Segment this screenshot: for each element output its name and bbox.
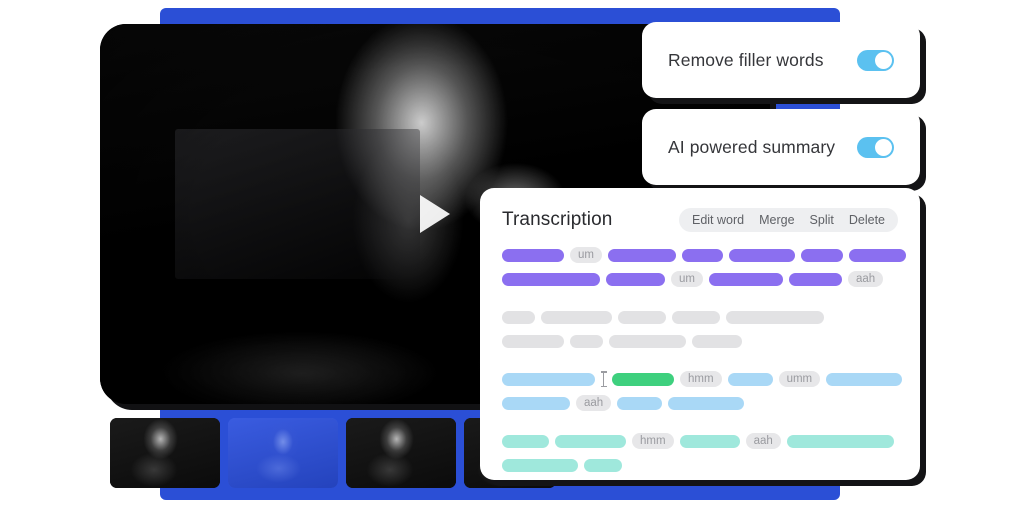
transcription-group-mint[interactable]: hmm aah: [502, 432, 898, 474]
word-bar[interactable]: [672, 310, 720, 324]
filmstrip-thumbnail-2[interactable]: [228, 418, 338, 488]
word-bar[interactable]: [555, 434, 626, 448]
filler-word-pill[interactable]: um: [570, 247, 602, 263]
transcription-line[interactable]: um: [502, 246, 906, 264]
text-cursor-icon: [600, 371, 607, 387]
word-bar[interactable]: [726, 310, 824, 324]
filmstrip-thumbnail-3[interactable]: [346, 418, 456, 488]
edit-word-button[interactable]: Edit word: [692, 213, 744, 227]
word-bar[interactable]: [728, 248, 795, 262]
thumbnail-image: [346, 418, 456, 488]
transcription-group-gray[interactable]: [502, 308, 898, 350]
transcription-header: Transcription Edit word Merge Split Dele…: [480, 188, 920, 232]
filler-word-pill[interactable]: hmm: [632, 433, 674, 449]
filmstrip-thumbnail-1[interactable]: [110, 418, 220, 488]
transcription-line[interactable]: [502, 456, 898, 474]
word-bar[interactable]: [502, 396, 570, 410]
toggle-knob: [875, 138, 892, 156]
transcription-line[interactable]: hmm aah: [502, 432, 898, 450]
thumbnail-image: [110, 418, 220, 488]
word-bar[interactable]: [618, 310, 666, 324]
word-bar[interactable]: [609, 334, 686, 348]
word-bar[interactable]: [502, 458, 578, 472]
toggle-switch-on-icon[interactable]: [857, 136, 894, 158]
word-bar[interactable]: [502, 248, 564, 262]
word-bar[interactable]: [541, 310, 612, 324]
split-button[interactable]: Split: [810, 213, 834, 227]
transcription-group-blue[interactable]: hmm umm aah: [502, 370, 903, 412]
word-bar[interactable]: [668, 396, 745, 410]
word-bar[interactable]: [708, 272, 783, 286]
transcription-line[interactable]: aah: [502, 394, 898, 412]
toggle-switch-on-icon[interactable]: [857, 49, 894, 71]
transcription-group-purple[interactable]: um um aah: [502, 246, 906, 288]
screenshot-stage: Remove filler words AI powered summary T…: [0, 0, 1024, 512]
ai-powered-summary-card[interactable]: AI powered summary: [642, 109, 920, 185]
word-bar[interactable]: [788, 272, 842, 286]
word-bar[interactable]: [606, 272, 665, 286]
remove-filler-words-label: Remove filler words: [668, 49, 824, 70]
word-bar[interactable]: [800, 248, 843, 262]
filler-word-pill[interactable]: aah: [847, 271, 884, 287]
word-bar[interactable]: [502, 334, 564, 348]
transcription-line[interactable]: hmm umm: [502, 370, 903, 388]
transcription-word-list[interactable]: um um aah hmm umm aah hmm aah: [480, 232, 920, 474]
toggle-knob: [875, 51, 892, 69]
merge-button[interactable]: Merge: [759, 213, 794, 227]
word-bar[interactable]: [502, 372, 595, 386]
filler-word-pill[interactable]: um: [671, 271, 703, 287]
delete-button[interactable]: Delete: [849, 213, 885, 227]
selected-word-bar[interactable]: [612, 372, 674, 386]
filler-word-pill[interactable]: aah: [745, 433, 781, 449]
filler-word-pill[interactable]: aah: [576, 395, 612, 411]
word-bar[interactable]: [584, 458, 622, 472]
word-bar[interactable]: [786, 434, 894, 448]
word-bar[interactable]: [607, 248, 676, 262]
filler-word-pill[interactable]: umm: [778, 371, 821, 387]
word-bar[interactable]: [502, 310, 535, 324]
word-bar[interactable]: [681, 248, 723, 262]
word-bar[interactable]: [617, 396, 663, 410]
word-bar[interactable]: [727, 372, 773, 386]
remove-filler-words-card[interactable]: Remove filler words: [642, 22, 920, 98]
transcription-panel: Transcription Edit word Merge Split Dele…: [480, 188, 920, 480]
word-bar[interactable]: [502, 272, 600, 286]
play-triangle-icon[interactable]: [420, 195, 450, 233]
ai-powered-summary-label: AI powered summary: [668, 136, 836, 157]
transcription-line[interactable]: [502, 332, 898, 350]
word-bar[interactable]: [826, 372, 903, 386]
transcription-actions-toolbar[interactable]: Edit word Merge Split Delete: [678, 208, 898, 232]
word-bar[interactable]: [502, 434, 549, 448]
word-bar[interactable]: [692, 334, 742, 348]
transcription-line[interactable]: [502, 308, 898, 326]
word-bar[interactable]: [679, 434, 740, 448]
transcription-line[interactable]: um aah: [502, 270, 898, 288]
thumbnail-image: [228, 418, 338, 488]
filler-word-pill[interactable]: hmm: [680, 371, 722, 387]
word-bar[interactable]: [848, 248, 906, 262]
word-bar[interactable]: [570, 334, 603, 348]
page-title: Transcription: [502, 209, 613, 230]
